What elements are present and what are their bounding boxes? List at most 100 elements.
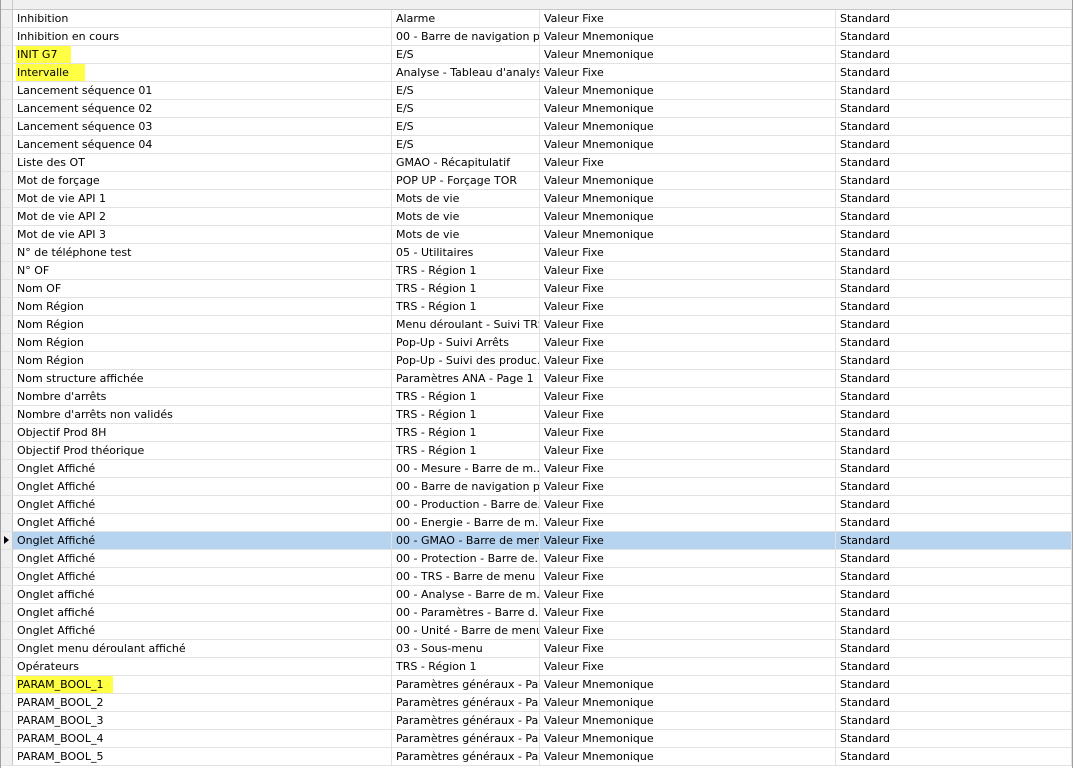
cell-name[interactable]: N° de téléphone test [13, 244, 392, 261]
cell-type[interactable]: Valeur Mnemonique [540, 100, 836, 117]
cell-type[interactable]: Valeur Fixe [540, 532, 836, 549]
cell-type[interactable]: Valeur Fixe [540, 514, 836, 531]
table-row[interactable]: Lancement séquence 04 E/S Valeur Mnemoniqu… [1, 136, 1072, 154]
cell-type[interactable]: Valeur Fixe [540, 496, 836, 513]
row-header[interactable] [1, 316, 13, 333]
cell-name[interactable]: Mot de vie API 3 [13, 226, 392, 243]
row-header[interactable] [1, 586, 13, 603]
table-row[interactable]: Onglet Affiché 00 - Unité - Barre de menu… [1, 622, 1072, 640]
row-header[interactable] [1, 64, 13, 81]
grid-corner-cell[interactable] [1, 0, 13, 10]
cell-type[interactable]: Valeur Mnemonique [540, 136, 836, 153]
cell-group[interactable]: TRS - Région 1 [392, 388, 540, 405]
cell-group[interactable]: TRS - Région 1 [392, 406, 540, 423]
cell-name[interactable]: Lancement séquence 01 [13, 82, 392, 99]
row-header[interactable] [1, 658, 13, 675]
cell-group[interactable]: Mots de vie [392, 190, 540, 207]
table-row[interactable]: Onglet Affiché 00 - Mesure - Barre de m..… [1, 460, 1072, 478]
cell-level[interactable]: Standard [836, 298, 1072, 315]
cell-type[interactable]: Valeur Fixe [540, 424, 836, 441]
cell-group[interactable]: TRS - Région 1 [392, 280, 540, 297]
cell-name[interactable]: N° OF [13, 262, 392, 279]
table-row[interactable]: Onglet menu déroulant affiché 03 - Sous-m… [1, 640, 1072, 658]
cell-level[interactable]: Standard [836, 10, 1072, 27]
row-header[interactable] [1, 100, 13, 117]
data-grid[interactable]: Inhibition Alarme Valeur Fixe Standard Inhib… [0, 0, 1073, 768]
table-row[interactable]: Intervalle Analyse - Tableau d'analyse Val… [1, 64, 1072, 82]
cell-type[interactable]: Valeur Fixe [540, 388, 836, 405]
cell-level[interactable]: Standard [836, 172, 1072, 189]
row-header[interactable] [1, 550, 13, 567]
cell-name[interactable]: Onglet Affiché [13, 532, 392, 549]
cell-level[interactable]: Standard [836, 82, 1072, 99]
row-header[interactable] [1, 496, 13, 513]
table-row[interactable]: Inhibition en cours 00 - Barre de navigat… [1, 28, 1072, 46]
row-header[interactable] [1, 730, 13, 747]
cell-group[interactable]: Paramètres généraux - Pa... [392, 694, 540, 711]
cell-name[interactable]: Nombre d'arrêts [13, 388, 392, 405]
table-row[interactable]: Onglet Affiché 00 - Energie - Barre de m.… [1, 514, 1072, 532]
cell-type[interactable]: Valeur Fixe [540, 586, 836, 603]
cell-name[interactable]: Lancement séquence 03 [13, 118, 392, 135]
table-row[interactable]: Nom OF TRS - Région 1 Valeur Fixe Standard [1, 280, 1072, 298]
cell-level[interactable]: Standard [836, 424, 1072, 441]
row-header[interactable] [1, 262, 13, 279]
cell-type[interactable]: Valeur Fixe [540, 640, 836, 657]
cell-type[interactable]: Valeur Mnemonique [540, 118, 836, 135]
cell-type[interactable]: Valeur Fixe [540, 262, 836, 279]
cell-name[interactable]: Objectif Prod 8H [13, 424, 392, 441]
cell-type[interactable]: Valeur Fixe [540, 406, 836, 423]
cell-group[interactable]: 00 - Barre de navigation p... [392, 28, 540, 45]
cell-type[interactable]: Valeur Fixe [540, 298, 836, 315]
row-header[interactable] [1, 748, 13, 765]
row-header[interactable] [1, 118, 13, 135]
cell-type[interactable]: Valeur Fixe [540, 478, 836, 495]
cell-group[interactable]: Pop-Up - Suivi des produc... [392, 352, 540, 369]
cell-type[interactable]: Valeur Fixe [540, 280, 836, 297]
row-header[interactable] [1, 694, 13, 711]
table-row[interactable]: Lancement séquence 02 E/S Valeur Mnemoniqu… [1, 100, 1072, 118]
cell-name[interactable]: PARAM_BOOL_1 [13, 676, 392, 693]
cell-level[interactable]: Standard [836, 622, 1072, 639]
cell-level[interactable]: Standard [836, 244, 1072, 261]
cell-level[interactable]: Standard [836, 334, 1072, 351]
table-row[interactable]: Liste des OT GMAO - Récapitulatif Valeur F… [1, 154, 1072, 172]
cell-group[interactable]: Paramètres ANA - Page 1 [392, 370, 540, 387]
table-row[interactable]: N° de téléphone test 05 - Utilitaires Vale… [1, 244, 1072, 262]
cell-group[interactable]: 00 - Unité - Barre de menu [392, 622, 540, 639]
cell-group[interactable]: 00 - Analyse - Barre de m... [392, 586, 540, 603]
cell-name[interactable]: Onglet Affiché [13, 568, 392, 585]
cell-level[interactable]: Standard [836, 460, 1072, 477]
cell-group[interactable]: E/S [392, 100, 540, 117]
cell-level[interactable]: Standard [836, 712, 1072, 729]
row-header[interactable] [1, 532, 13, 549]
table-row[interactable]: Onglet Affiché 00 - GMAO - Barre de menu V… [1, 532, 1072, 550]
cell-level[interactable]: Standard [836, 478, 1072, 495]
cell-name[interactable]: Onglet menu déroulant affiché [13, 640, 392, 657]
row-header[interactable] [1, 28, 13, 45]
cell-name[interactable]: Nom Région [13, 352, 392, 369]
table-row[interactable]: Nom Région Pop-Up - Suivi des produc... Va… [1, 352, 1072, 370]
table-row[interactable]: Mot de vie API 1 Mots de vie Valeur Mnemon… [1, 190, 1072, 208]
cell-level[interactable]: Standard [836, 496, 1072, 513]
cell-level[interactable]: Standard [836, 694, 1072, 711]
cell-name[interactable]: Nom Région [13, 334, 392, 351]
cell-group[interactable]: Mots de vie [392, 226, 540, 243]
table-row[interactable]: Mot de vie API 3 Mots de vie Valeur Mnemon… [1, 226, 1072, 244]
cell-level[interactable]: Standard [836, 748, 1072, 765]
cell-name[interactable]: Onglet Affiché [13, 550, 392, 567]
cell-name[interactable]: PARAM_BOOL_3 [13, 712, 392, 729]
cell-name[interactable]: Nom Région [13, 316, 392, 333]
cell-group[interactable]: 00 - Production - Barre de... [392, 496, 540, 513]
cell-group[interactable]: 00 - TRS - Barre de menu [392, 568, 540, 585]
cell-level[interactable]: Standard [836, 658, 1072, 675]
cell-group[interactable]: Paramètres généraux - Pa... [392, 730, 540, 747]
cell-name[interactable]: Nom Région [13, 298, 392, 315]
cell-group[interactable]: POP UP - Forçage TOR [392, 172, 540, 189]
table-row[interactable]: Mot de forçage POP UP - Forçage TOR Valeur… [1, 172, 1072, 190]
cell-name[interactable]: Lancement séquence 04 [13, 136, 392, 153]
row-header[interactable] [1, 478, 13, 495]
cell-level[interactable]: Standard [836, 46, 1072, 63]
cell-group[interactable]: Paramètres généraux - Pa... [392, 712, 540, 729]
cell-name[interactable]: Inhibition en cours [13, 28, 392, 45]
